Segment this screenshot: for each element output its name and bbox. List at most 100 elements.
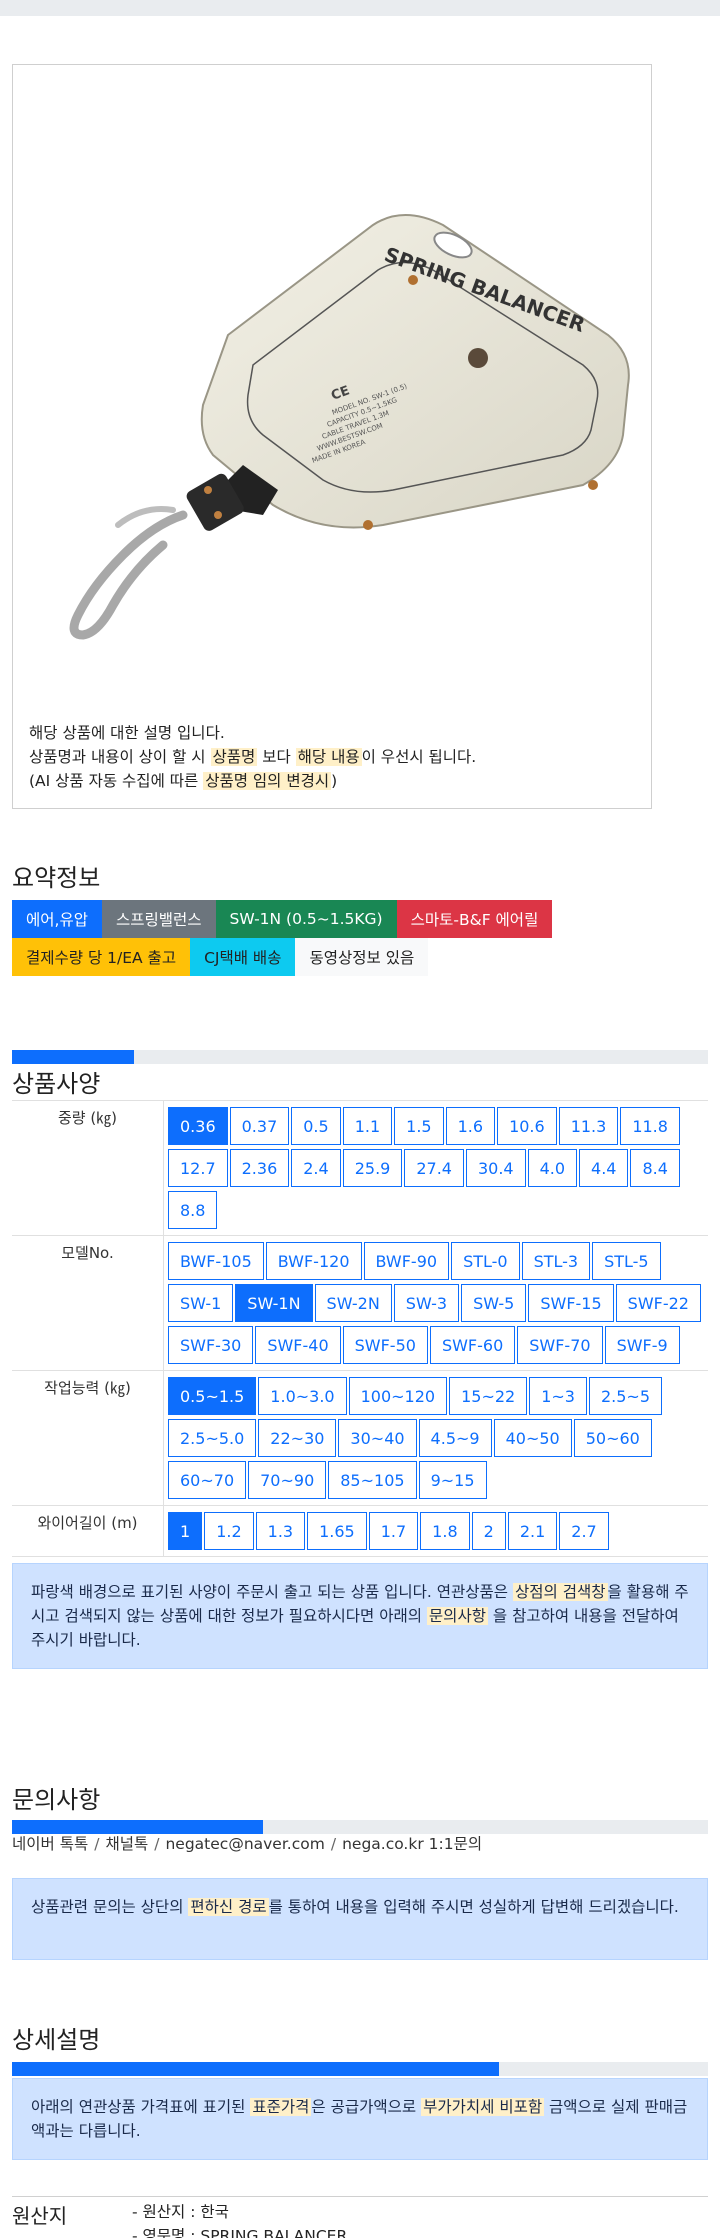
spec-option-button[interactable]: 50~60 (573, 1419, 652, 1457)
spec-option-button[interactable]: 2.36 (229, 1149, 290, 1187)
spec-option-button[interactable]: 100~120 (348, 1377, 448, 1415)
spec-option-button[interactable]: 10.6 (497, 1107, 557, 1145)
spec-option-button[interactable]: SW-2N (314, 1284, 392, 1322)
spec-option-button[interactable]: BWF-90 (363, 1242, 450, 1280)
spec-option-button[interactable]: 4.4 (579, 1149, 629, 1187)
product-image: MODEL NO. SW-1 (0.5) CAPACITY 0.5~1.5KG … (69, 214, 630, 640)
spec-option-button[interactable]: 60~70 (168, 1461, 247, 1499)
spec-option-button[interactable]: 0.5 (291, 1107, 341, 1145)
spec-option-button[interactable]: 0.37 (229, 1107, 290, 1145)
specs-progress-fill (12, 1050, 134, 1064)
spec-option-button[interactable]: SWF-60 (429, 1326, 516, 1364)
spec-option-button[interactable]: 0.5~1.5 (168, 1377, 257, 1415)
spec-row: 중량 (㎏) 0.36 0.37 0.5 1.1 1.5 1.6 10.6 11.3 11.8 12… (12, 1100, 708, 1235)
spec-option-button[interactable]: SWF-50 (342, 1326, 428, 1364)
spec-option-button[interactable]: SW-1 (168, 1284, 234, 1322)
spec-option-button[interactable]: 2.4 (291, 1149, 341, 1187)
contact-link[interactable]: nega.co.kr 1:1문의 (342, 1835, 482, 1853)
spec-option-button[interactable]: 1.2 (204, 1512, 254, 1550)
spec-option-button[interactable]: 30~40 (338, 1419, 417, 1457)
spec-option-button[interactable]: 12.7 (168, 1149, 228, 1187)
spec-option-button[interactable]: 22~30 (258, 1419, 337, 1457)
notice-text: 은 공급가액으로 (311, 2098, 422, 2116)
spec-table: 중량 (㎏) 0.36 0.37 0.5 1.1 1.5 1.6 10.6 11.3 11.8 12… (12, 1100, 708, 1557)
notice-text: 아래의 연관상품 가격표에 표기된 (31, 2098, 251, 2116)
detail-title: 상세설명 (12, 2026, 101, 2054)
contact-link[interactable]: negatec@naver.com (165, 1835, 324, 1853)
spec-option-button[interactable]: STL-0 (451, 1242, 520, 1280)
spec-option-button[interactable]: SWF-9 (604, 1326, 680, 1364)
summary-tag: SW-1N (0.5~1.5KG) (215, 900, 397, 938)
highlight-vat: 부가가치세 비포함 (421, 2098, 545, 2116)
notice-text: 상품관련 문의는 상단의 (31, 1898, 189, 1916)
tag-row: 에어,유압 스프링밸런스 SW-1N (0.5~1.5KG) 스마토-B&F 에어릴 (12, 900, 612, 938)
spec-option-button[interactable]: SWF-70 (517, 1326, 603, 1364)
detail-progress-bar (12, 2062, 708, 2076)
spec-option-button[interactable]: SW-1N (235, 1284, 313, 1322)
summary-tag: 에어,유압 (12, 900, 102, 938)
contact-channels: 네이버 톡톡 / 채널톡 / negatec@naver.com / nega.co.kr … (12, 1832, 482, 1854)
spec-option-button[interactable]: SWF-40 (255, 1326, 341, 1364)
highlight-product-name: 상품명 (210, 748, 258, 766)
spec-option-button[interactable]: SWF-30 (168, 1326, 254, 1364)
detail-notice: 아래의 연관상품 가격표에 표기된 표준가격 은 공급가액으로 부가가치세 비포함… (12, 2078, 708, 2160)
spec-option-button[interactable]: 0.36 (168, 1107, 228, 1145)
spec-option-button[interactable]: 25.9 (342, 1149, 403, 1187)
spec-option-button[interactable]: STL-5 (592, 1242, 661, 1280)
spec-option-button[interactable]: 40~50 (493, 1419, 572, 1457)
spec-option-button[interactable]: 2.5~5.0 (168, 1419, 257, 1457)
spec-option-button[interactable]: 9~15 (418, 1461, 487, 1499)
spec-option-button[interactable]: 2 (471, 1512, 506, 1550)
tag-row: 결제수량 당 1/EA 출고 CJ택배 배송 동영상정보 있음 (12, 938, 612, 976)
spec-option-button[interactable]: 11.3 (558, 1107, 619, 1145)
spec-option-button[interactable]: 1.1 (342, 1107, 393, 1145)
spec-option-button[interactable]: 1.65 (307, 1512, 367, 1550)
spec-option-button[interactable]: 2.5~5 (588, 1377, 662, 1415)
highlight-route: 편하신 경로 (188, 1898, 269, 1916)
contact-link[interactable]: 네이버 톡톡 (12, 1835, 88, 1853)
spec-option-button[interactable]: 4.0 (527, 1149, 578, 1187)
spec-option-button[interactable]: 2.1 (507, 1512, 558, 1550)
spec-option-button[interactable]: SW-5 (461, 1284, 527, 1322)
spec-option-button[interactable]: 4.5~9 (418, 1419, 492, 1457)
origin-english-name: - 영문명 : SPRING BALANCER (132, 2227, 348, 2238)
spec-option-button[interactable]: 15~22 (449, 1377, 528, 1415)
spec-option-button[interactable]: 85~105 (328, 1461, 417, 1499)
desc-line-1: 해당 상품에 대한 설명 입니다. (29, 724, 225, 742)
origin-country: - 원산지 : 한국 (132, 2203, 229, 2221)
origin-list: - 원산지 : 한국 - 영문명 : SPRING BALANCER (132, 2200, 347, 2238)
spec-option-button[interactable]: 1.6 (445, 1107, 496, 1145)
specs-progress-bar (12, 1050, 708, 1064)
spec-option-button[interactable]: BWF-120 (265, 1242, 362, 1280)
spec-option-button[interactable]: 1.3 (255, 1512, 306, 1550)
spec-option-button[interactable]: 27.4 (404, 1149, 464, 1187)
spec-option-button[interactable]: 70~90 (248, 1461, 327, 1499)
spec-option-button[interactable]: 30.4 (465, 1149, 526, 1187)
spec-option-button[interactable]: BWF-105 (168, 1242, 264, 1280)
spec-option-button[interactable]: 1.8 (420, 1512, 470, 1550)
product-description: 해당 상품에 대한 설명 입니다. 상품명과 내용이 상이 할 시 상품명 보다… (29, 721, 641, 793)
desc-text: (AI 상품 자동 수집에 따른 (29, 772, 204, 790)
summary-tags: 에어,유압 스프링밸런스 SW-1N (0.5~1.5KG) 스마토-B&F 에어릴 … (12, 900, 612, 976)
highlight-search-box: 상점의 검색창 (513, 1583, 608, 1601)
spec-option-button[interactable]: 1.7 (368, 1512, 419, 1550)
spec-option-button[interactable]: SW-3 (393, 1284, 460, 1322)
contact-link[interactable]: 채널톡 (105, 1835, 148, 1853)
spec-option-button[interactable]: SWF-22 (615, 1284, 701, 1322)
spec-option-button[interactable]: 8.4 (630, 1149, 680, 1187)
spec-option-button[interactable]: 1.5 (394, 1107, 444, 1145)
spec-label: 와이어길이 (m) (12, 1506, 164, 1556)
top-bar (0, 0, 720, 16)
spec-option-button[interactable]: 1.0~3.0 (258, 1377, 347, 1415)
notice-text: 파랑색 배경으로 표기된 사양이 주문시 출고 되는 상품 입니다. 연관상품은 (31, 1583, 513, 1601)
spec-option-button[interactable]: STL-3 (521, 1242, 591, 1280)
desc-text: ) (331, 772, 338, 790)
spec-option-button[interactable]: 8.8 (168, 1191, 218, 1229)
contact-separator: / (94, 1835, 100, 1853)
spec-option-button[interactable]: 2.7 (559, 1512, 609, 1550)
spec-label: 중량 (㎏) (12, 1101, 164, 1235)
spec-option-button[interactable]: 1~3 (529, 1377, 587, 1415)
spec-option-button[interactable]: 11.8 (620, 1107, 680, 1145)
spec-option-button[interactable]: SWF-15 (528, 1284, 614, 1322)
spec-option-button[interactable]: 1 (168, 1512, 203, 1550)
